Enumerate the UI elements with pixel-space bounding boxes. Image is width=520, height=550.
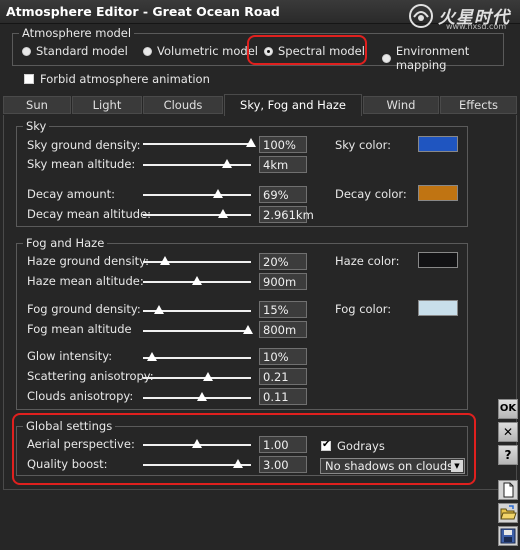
radio-standard-label: Standard model bbox=[36, 44, 128, 58]
haze-mean-altitude-slider[interactable] bbox=[143, 276, 251, 287]
cancel-button[interactable]: ✕ bbox=[498, 422, 518, 442]
atmosphere-model-legend: Atmosphere model bbox=[19, 26, 135, 40]
fog-color-label: Fog color: bbox=[335, 302, 392, 316]
fog-color-swatch[interactable] bbox=[418, 300, 458, 316]
sky-color-swatch[interactable] bbox=[418, 136, 458, 152]
new-file-button[interactable] bbox=[498, 480, 518, 500]
help-button[interactable]: ? bbox=[498, 445, 518, 465]
global-settings-highlight bbox=[12, 413, 476, 485]
scattering-anisotropy-label: Scattering anisotropy: bbox=[27, 369, 154, 383]
spectral-model-highlight bbox=[247, 35, 367, 65]
tab-bar: Sun Light Clouds Sky, Fog and Haze Wind … bbox=[3, 94, 517, 116]
fog-mean-altitude-slider[interactable] bbox=[143, 325, 253, 336]
watermark-url: www.hxsd.com bbox=[446, 22, 507, 31]
fog-ground-density-label: Fog ground density: bbox=[27, 302, 141, 316]
forbid-animation-checkbox[interactable] bbox=[24, 74, 34, 84]
slider-thumb[interactable] bbox=[212, 189, 223, 198]
sky-legend: Sky bbox=[23, 119, 50, 133]
new-file-icon bbox=[503, 482, 514, 498]
clouds-anisotropy-value[interactable]: 0.11 bbox=[259, 388, 307, 405]
slider-thumb[interactable] bbox=[246, 138, 256, 147]
save-button[interactable] bbox=[498, 526, 518, 546]
fog-ground-density-slider[interactable] bbox=[143, 305, 251, 316]
ok-button[interactable]: OK bbox=[498, 399, 518, 419]
decay-mean-altitude-label: Decay mean altitude: bbox=[27, 207, 152, 221]
slider-thumb[interactable] bbox=[192, 276, 202, 285]
radio-standard-model[interactable]: Standard model bbox=[22, 44, 128, 58]
fog-haze-legend: Fog and Haze bbox=[23, 236, 108, 250]
decay-color-swatch[interactable] bbox=[418, 185, 458, 201]
haze-mean-altitude-value[interactable]: 900m bbox=[259, 273, 307, 290]
haze-color-label: Haze color: bbox=[335, 254, 400, 268]
fog-ground-density-value[interactable]: 15% bbox=[259, 301, 307, 318]
sky-mean-altitude-value[interactable]: 4km bbox=[259, 156, 307, 173]
watermark: 火星时代 www.hxsd.com bbox=[408, 3, 518, 33]
radio-environment-mapping[interactable]: Environment mapping bbox=[382, 44, 520, 72]
decay-amount-slider[interactable] bbox=[143, 189, 251, 200]
radio-standard-icon[interactable] bbox=[22, 46, 31, 56]
slider-thumb[interactable] bbox=[242, 325, 253, 334]
decay-color-label: Decay color: bbox=[335, 187, 407, 201]
haze-ground-density-slider[interactable] bbox=[143, 256, 251, 267]
slider-thumb[interactable] bbox=[159, 256, 170, 265]
tab-wind[interactable]: Wind bbox=[363, 96, 439, 114]
decay-amount-label: Decay amount: bbox=[27, 187, 116, 201]
open-folder-button[interactable] bbox=[498, 503, 518, 523]
watermark-logo-icon bbox=[409, 4, 433, 28]
radio-environment-label: Environment mapping bbox=[395, 44, 470, 72]
decay-mean-altitude-slider[interactable] bbox=[143, 209, 251, 220]
scattering-anisotropy-value[interactable]: 0.21 bbox=[259, 368, 307, 385]
slider-thumb[interactable] bbox=[202, 372, 213, 381]
decay-mean-altitude-value[interactable]: 2.961km bbox=[259, 206, 314, 223]
sky-mean-altitude-label: Sky mean altitude: bbox=[27, 157, 136, 171]
tab-clouds[interactable]: Clouds bbox=[143, 96, 223, 114]
slider-thumb[interactable] bbox=[154, 305, 165, 314]
radio-volumetric-label: Volumetric model bbox=[157, 44, 258, 58]
slider-thumb[interactable] bbox=[222, 159, 233, 168]
haze-ground-density-label: Haze ground density: bbox=[27, 254, 150, 268]
glow-intensity-label: Glow intensity: bbox=[27, 349, 113, 363]
clouds-anisotropy-slider[interactable] bbox=[143, 392, 251, 403]
radio-volumetric-model[interactable]: Volumetric model bbox=[143, 44, 258, 58]
clouds-anisotropy-label: Clouds anisotropy: bbox=[27, 389, 134, 403]
glow-intensity-value[interactable]: 10% bbox=[259, 348, 307, 365]
decay-amount-value[interactable]: 69% bbox=[259, 186, 307, 203]
forbid-animation-label: Forbid atmosphere animation bbox=[40, 72, 210, 86]
sky-ground-density-value[interactable]: 100% bbox=[259, 136, 307, 153]
haze-color-swatch[interactable] bbox=[418, 252, 458, 268]
forbid-animation-checkbox-row[interactable]: Forbid atmosphere animation bbox=[24, 72, 210, 86]
save-disk-icon bbox=[500, 528, 516, 544]
sky-ground-density-label: Sky ground density: bbox=[27, 138, 141, 152]
tab-sky-fog-haze[interactable]: Sky, Fog and Haze bbox=[224, 94, 362, 116]
radio-volumetric-icon[interactable] bbox=[143, 46, 152, 56]
open-folder-icon bbox=[500, 505, 517, 520]
tab-sun[interactable]: Sun bbox=[3, 96, 71, 114]
slider-thumb[interactable] bbox=[217, 209, 228, 218]
haze-ground-density-value[interactable]: 20% bbox=[259, 253, 307, 270]
fog-mean-altitude-value[interactable]: 800m bbox=[259, 321, 307, 338]
sky-color-label: Sky color: bbox=[335, 138, 392, 152]
tab-effects[interactable]: Effects bbox=[440, 96, 517, 114]
glow-intensity-slider[interactable] bbox=[143, 352, 251, 363]
slider-thumb[interactable] bbox=[197, 392, 208, 401]
tab-light[interactable]: Light bbox=[72, 96, 142, 114]
radio-environment-icon[interactable] bbox=[382, 53, 391, 63]
scattering-anisotropy-slider[interactable] bbox=[143, 372, 251, 383]
window-title: Atmosphere Editor - Great Ocean Road bbox=[6, 4, 280, 19]
sky-mean-altitude-slider[interactable] bbox=[143, 159, 251, 170]
fog-mean-altitude-label: Fog mean altitude bbox=[27, 322, 132, 336]
slider-thumb[interactable] bbox=[146, 352, 157, 361]
haze-mean-altitude-label: Haze mean altitude: bbox=[27, 274, 144, 288]
sky-ground-density-slider[interactable] bbox=[143, 138, 256, 149]
